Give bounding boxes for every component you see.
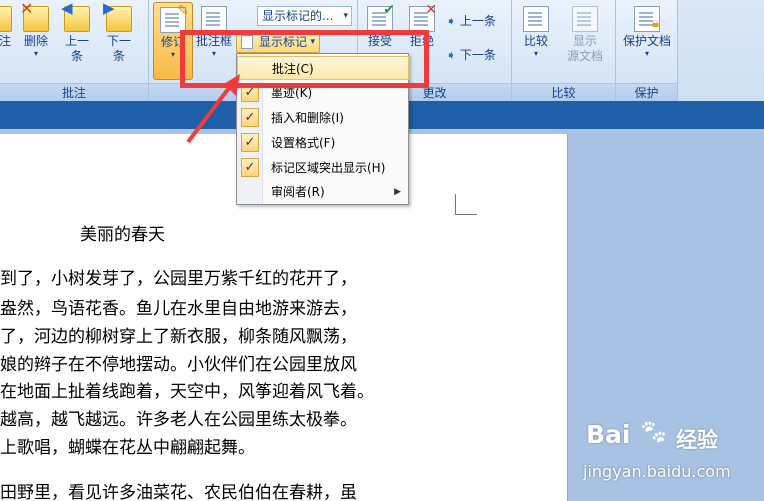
previous-change-button[interactable]: ➧ 上一条: [446, 14, 510, 29]
annotation-arrow-icon: [186, 74, 240, 144]
group-label-comments: 批注: [0, 83, 148, 101]
menu-item-label: 审阅者(R): [271, 185, 325, 199]
paw-icon: 🐾︎: [638, 418, 669, 446]
previous-change-label: 上一条: [459, 14, 496, 28]
next-label-1: 下一: [106, 34, 131, 48]
menu-item-insertions-deletions[interactable]: ✓ 插入和删除(I): [237, 106, 409, 130]
next-label-2: 条: [112, 49, 125, 63]
next-change-button[interactable]: ➧ 下一条: [446, 48, 510, 63]
document-line: 在地面上扯着线跑着，天空中，风筝迎着风飞着。: [0, 382, 374, 402]
menu-item-reviewers[interactable]: 审阅者(R) ▶: [237, 180, 409, 204]
previous-change-icon: ➧: [446, 14, 457, 28]
chevron-down-icon: ▾: [343, 11, 348, 21]
show-source-label-2: 源文档: [566, 49, 603, 63]
crop-mark-horizontal: [455, 214, 477, 215]
next-change-icon: ➧: [446, 48, 457, 62]
delete-label: 删除: [23, 34, 48, 48]
submenu-arrow-icon: ▶: [394, 187, 401, 197]
ribbon-empty-area: [678, 0, 764, 101]
group-protect: 🔒︎ 保护文档 ▾ 保护: [616, 0, 678, 101]
balloons-icon: [201, 6, 227, 32]
arrow-left-icon: ◀: [61, 0, 73, 17]
pencil-icon: ✎: [177, 3, 189, 19]
reject-icon: ✕: [409, 2, 437, 32]
compare-icon: [523, 6, 549, 32]
watermark-url: jingyan.baidu.com: [583, 462, 731, 481]
next-comment-button[interactable]: ▶ 下一 条: [102, 1, 136, 64]
previous-label-1: 上一: [64, 34, 89, 48]
comment-icon: [0, 6, 12, 32]
menu-item-label: 设置格式(F): [271, 136, 336, 150]
document-line: 田野里，看见许多油菜花、农民伯伯在春耕，虽: [0, 483, 357, 501]
display-for-review-value: 显示标记的...: [262, 9, 334, 23]
show-source-button[interactable]: 显示 源文档: [560, 6, 610, 64]
display-for-review-select[interactable]: 显示标记的... ▾: [257, 6, 352, 26]
document-line: 越高，越飞越远。许多老人在公园里练太极拳。: [0, 410, 357, 430]
delete-icon: ✕: [20, 1, 49, 32]
group-comments: 注 ✕ 删除 ▾ ◀ 上一 条 ▶ 下一 条 批注: [0, 0, 149, 101]
protect-document-label: 保护文档: [622, 34, 671, 48]
check-icon: ✓: [241, 158, 259, 177]
lock-icon: 🔒︎: [652, 16, 659, 31]
next-comment-icon: ▶: [103, 1, 132, 32]
previous-comment-icon: ◀: [61, 1, 90, 32]
chevron-down-icon: ▾: [533, 49, 538, 58]
chevron-down-icon: ▾: [33, 49, 38, 58]
menu-item-label: 标记区域突出显示(H): [271, 161, 386, 175]
red-x-icon: ✕: [20, 0, 34, 18]
watermark-brand-suffix: 经验: [676, 428, 718, 452]
next-change-label: 下一条: [459, 48, 496, 62]
document-line: 娘的辫子在不停地摆动。小伙伴们在公园里放风: [0, 355, 357, 375]
arrow-right-icon: ▶: [103, 0, 115, 17]
chevron-down-icon: ▾: [644, 49, 649, 58]
menu-item-label: 插入和删除(I): [271, 111, 344, 125]
menu-item-markup-area-highlight[interactable]: ✓ 标记区域突出显示(H): [237, 156, 409, 180]
show-source-label-1: 显示: [572, 34, 597, 48]
baidu-jingyan-watermark: Bai 🐾︎ 经验 jingyan.baidu.com: [578, 416, 758, 496]
menu-item-formatting[interactable]: ✓ 设置格式(F): [237, 131, 409, 155]
document-line: 了，河边的柳树穿上了新衣服，柳条随风飘荡，: [0, 327, 357, 347]
delete-comment-button[interactable]: ✕ 删除 ▾: [18, 1, 54, 59]
crop-mark-vertical: [455, 194, 456, 214]
previous-label-2: 条: [70, 49, 83, 63]
document-line: 到了，小树发芽了，公园里万紫千红的花开了，: [0, 269, 357, 289]
document-line: 上歌唱，蝴蝶在花丛中翩翩起舞。: [0, 438, 255, 458]
protect-document-icon: 🔒︎: [634, 6, 660, 32]
watermark-brand: Bai: [586, 420, 631, 449]
document-title: 美丽的春天: [80, 225, 165, 245]
red-x-icon: ✕: [425, 2, 437, 18]
accept-icon: ✔: [367, 2, 395, 32]
new-comment-label: 注: [0, 34, 11, 48]
new-comment-button[interactable]: 注: [0, 6, 16, 49]
compare-label: 比较: [523, 34, 548, 48]
protect-document-button[interactable]: 🔒︎ 保护文档 ▾: [618, 6, 676, 59]
check-icon: ✔: [383, 2, 395, 18]
show-source-icon: [572, 6, 598, 32]
group-label-protect: 保护: [616, 83, 677, 101]
group-compare: 比较 ▾ 显示 源文档 比较: [512, 0, 616, 101]
previous-comment-button[interactable]: ◀ 上一 条: [60, 1, 94, 64]
compare-button[interactable]: 比较 ▾: [516, 6, 556, 59]
document-line: 盎然，鸟语花香。鱼儿在水里自由地游来游去，: [0, 299, 357, 319]
group-label-compare: 比较: [512, 83, 615, 101]
